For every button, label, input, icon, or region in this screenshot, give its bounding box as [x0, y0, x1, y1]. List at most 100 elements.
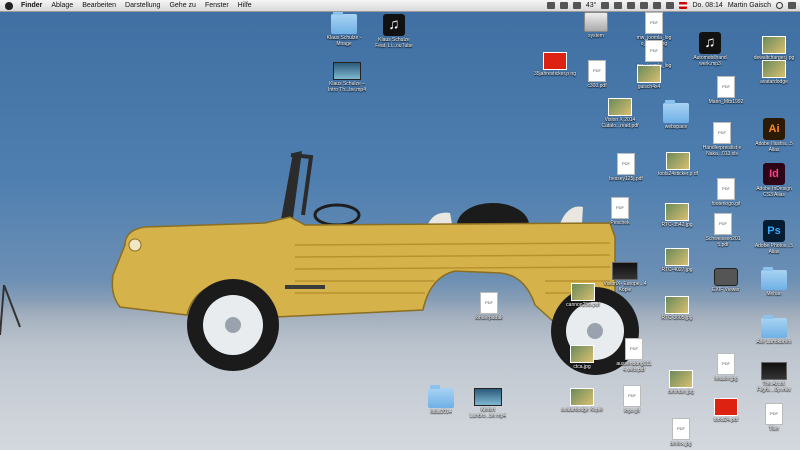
desktop-item-klaus-mp4[interactable]: Klaus Schulze – Intro Th...be.mp4: [325, 62, 369, 93]
desktop-item-adobe-indesign[interactable]: Id Adobe InDesign CS3 Alias: [752, 163, 796, 198]
sticker-icon: [543, 52, 567, 70]
status-icon-1[interactable]: [546, 2, 555, 9]
desktop-item-definder[interactable]: definder.jpg: [659, 370, 703, 395]
menu-ablage[interactable]: Ablage: [51, 0, 73, 11]
menu-darstellung[interactable]: Darstellung: [125, 0, 160, 11]
desktop-item-alte-landkarten[interactable]: Alte Landkarten: [752, 315, 796, 345]
desktop-item-peschek[interactable]: PDF Peschek: [598, 197, 642, 226]
desktop-item-c300[interactable]: PDF c300.pdf: [575, 60, 619, 89]
timemachine-icon[interactable]: [627, 2, 636, 9]
wallpaper-car: [111, 151, 639, 375]
desktop-item-webspace[interactable]: webspace: [654, 100, 698, 130]
desktop-item-the-art-of-flight[interactable]: The.Art.of. Flight....0p.mkv: [752, 362, 796, 393]
desktop-item-label: Alte Landkarten: [756, 339, 792, 345]
temperature[interactable]: 43°: [586, 0, 597, 11]
menu-gehe-zu[interactable]: Gehe zu: [169, 0, 195, 11]
desktop[interactable]: Klaus Schulze - Mirage ♫ Klaus Schulze Fea…: [0, 0, 800, 450]
status-icon-2[interactable]: [559, 2, 568, 9]
desktop-item-bessey[interactable]: PDF bessey125j.pdf: [604, 153, 648, 182]
desktop-item-label: Adobe Photos...5 Alias: [754, 243, 794, 255]
doc-icon: PDF: [623, 385, 641, 407]
search-icon[interactable]: [776, 2, 783, 9]
desktop-item-tiller[interactable]: PDF Tiller: [752, 403, 796, 432]
desktop-item-avatardodge-kopie[interactable]: avatardodge Kopie: [560, 388, 604, 413]
desktop-item-italia2014[interactable]: italia2014: [419, 385, 463, 415]
menu-bearbeiten[interactable]: Bearbeiten: [82, 0, 116, 11]
desktop-item-label: definder.jpg: [668, 389, 694, 395]
desktop-item-dewaltcharger[interactable]: dewaltcharger.j pg: [752, 36, 796, 61]
desktop-item-label: Marin_Mtb1992: [708, 99, 744, 105]
user-name[interactable]: Martin Gaisch: [728, 0, 771, 11]
desktop-item-label: webspace: [664, 124, 688, 130]
desktop-item-label: Mehari: [766, 291, 782, 297]
doc-icon: PDF: [713, 122, 731, 144]
desktop-item-automobilhandwerk[interactable]: ♫ Automobilhand werk.mp3: [688, 32, 732, 67]
desktop-item-footerlogo[interactable]: PDF footerlogo.gif: [704, 178, 748, 207]
drive-icon: [584, 12, 608, 32]
desktop-item-label: Adobe Illustra...5 Alias: [755, 141, 793, 153]
desktop-item-guisch4x4[interactable]: guisch4x4: [627, 65, 671, 90]
desktop-item-mehari[interactable]: Mehari: [752, 267, 796, 297]
volume-icon[interactable]: [653, 2, 662, 9]
doc-icon: PDF: [588, 60, 606, 82]
menu-bar: Finder Ablage Bearbeiten Darstellung Geh…: [0, 0, 800, 12]
desktop-item-kiefert[interactable]: Kiefert Landro...be.mp4: [466, 388, 510, 419]
clock[interactable]: Do. 08:14: [692, 0, 722, 11]
desktop-item-logo-gif[interactable]: PDF logo.gif: [610, 385, 654, 414]
desktop-item-label: Automobilhand werk.mp3: [693, 55, 727, 67]
desktop-item-label: footerlogo.gif: [711, 201, 741, 207]
list-icon[interactable]: [788, 2, 796, 9]
battery-icon[interactable]: [666, 2, 675, 9]
desktop-item-label: logo.gif: [623, 408, 641, 414]
desktop-item-ctca[interactable]: ctca.jpg: [560, 345, 604, 370]
doc-icon: PDF: [617, 153, 635, 175]
desktop-item-label: EXIF Viewer: [712, 287, 740, 293]
photo-icon: [762, 60, 786, 78]
doc-icon: PDF: [717, 353, 735, 375]
desktop-item-adobe-illustrator[interactable]: Ai Adobe Illustra...5 Alias: [752, 118, 796, 153]
desktop-item-aussendung[interactable]: PDF aussendung011 4.web.pdf: [612, 338, 656, 373]
desktop-item-klaus-mirage[interactable]: Klaus Schulze - Mirage: [322, 11, 366, 47]
desktop-item-rtc-4027[interactable]: RTC-4027.jpg: [655, 248, 699, 273]
desktop-item-deflex[interactable]: PDF deflex.jpg: [659, 418, 703, 447]
menu-hilfe[interactable]: Hilfe: [238, 0, 252, 11]
desktop-item-header[interactable]: PDF header.jpg: [704, 353, 748, 382]
menu-app-finder[interactable]: Finder: [21, 0, 42, 11]
desktop-item-35jahresticker[interactable]: 35jahresticker.p ng: [533, 52, 577, 77]
ai-icon: Ai: [763, 118, 785, 140]
desktop-item-tools24sticker[interactable]: tools24sticker.p df: [656, 152, 700, 177]
desktop-item-cannon25[interactable]: cannon25w.pdf: [561, 283, 605, 308]
desktop-item-tools24[interactable]: tools24.pdf: [704, 398, 748, 423]
weather-icon[interactable]: [572, 2, 581, 9]
desktop-item-rtc-3542[interactable]: RTC-3542.jpg: [655, 203, 699, 228]
desktop-item-schweissen[interactable]: PDF Schweissen201 5.pdf: [701, 213, 745, 248]
desktop-item-label: Adobe InDesign CS3 Alias: [756, 186, 792, 198]
desktop-item-label: Klaus Schulze Feat. Li...ouTube: [375, 37, 413, 49]
doc-icon: PDF: [765, 403, 783, 425]
desktop-item-exif-viewer[interactable]: EXIF Viewer: [704, 268, 748, 293]
folder-icon: [331, 11, 357, 34]
desktop-item-vision-x[interactable]: Vision X 2014 Catalo...read.pdf: [598, 98, 642, 129]
desktop-item-marin-mtb[interactable]: PDF Marin_Mtb1992: [704, 76, 748, 105]
menu-extras: 43° Do. 08:14 Martin Gaisch: [546, 0, 796, 11]
flag-icon[interactable]: [679, 2, 688, 9]
menu-fenster[interactable]: Fenster: [205, 0, 229, 11]
photo-icon: [666, 152, 690, 170]
desktop-item-label: Tiller: [768, 426, 780, 432]
desktop-item-rtc-3605[interactable]: RTC-3605.jpg: [655, 296, 699, 321]
video-icon: [474, 388, 502, 406]
desktop-item-system[interactable]: system: [574, 12, 618, 39]
desktop-item-haendlerpreisliste[interactable]: PDF Händlerpreislist e Naka...013.xls: [700, 122, 744, 157]
folder-icon: [428, 385, 454, 408]
desktop-item-avatardodge[interactable]: avatardodge: [752, 60, 796, 85]
wifi-icon[interactable]: [640, 2, 649, 9]
apple-icon[interactable]: [5, 1, 13, 10]
photo-icon: [665, 296, 689, 314]
network-icon[interactable]: [601, 2, 610, 9]
desktop-item-kinderpaedak[interactable]: PDF kinderpädak: [467, 292, 511, 321]
desktop-item-klaus-youtube[interactable]: ♫ Klaus Schulze Feat. Li...ouTube: [372, 14, 416, 49]
desktop-item-vision-x-europe[interactable]: VisionX- Europe...4 Kopie: [603, 262, 647, 293]
bluetooth-icon[interactable]: [614, 2, 623, 9]
desktop-item-adobe-photoshop[interactable]: Ps Adobe Photos...5 Alias: [752, 220, 796, 255]
id-icon: Id: [763, 163, 785, 185]
